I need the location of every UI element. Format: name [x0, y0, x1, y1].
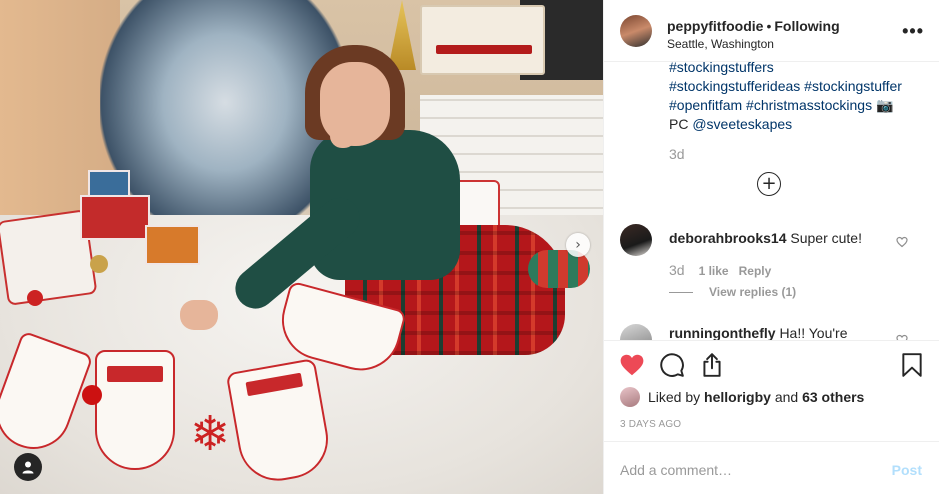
likes-prefix: Liked by [648, 389, 701, 405]
holiday-sign [420, 5, 545, 75]
person-hand-shush [330, 108, 356, 148]
likes-and: and [774, 389, 799, 405]
stocking-label [245, 372, 304, 397]
avatar[interactable] [620, 15, 652, 47]
comment-like-icon[interactable] [896, 236, 908, 248]
commenter-avatar[interactable] [620, 224, 652, 256]
comment-likes-count[interactable]: 1 like [699, 264, 729, 278]
username-link[interactable]: peppyfitfoodie [667, 18, 763, 34]
post-photo[interactable]: ❄ › [0, 0, 603, 494]
ornament [82, 385, 102, 405]
ornament [27, 290, 43, 306]
gift-box [80, 195, 150, 240]
post-date[interactable]: 3 DAYS AGO [620, 419, 681, 430]
stocking-label [107, 366, 163, 382]
commenter-username[interactable]: deborahbrooks14 [669, 230, 786, 246]
hashtag-link[interactable]: #stockingstufferideas #stockingstuffer [669, 77, 924, 96]
replies-divider [669, 292, 693, 294]
post-button[interactable]: Post [892, 462, 922, 478]
likes-others-link[interactable]: 63 others [802, 389, 864, 405]
reply-button[interactable]: Reply [739, 264, 772, 278]
commenter-username[interactable]: runningonthefly [669, 325, 776, 340]
hashtag-link[interactable]: #stockingstuffers [669, 62, 924, 77]
liker-username[interactable]: hellorigby [704, 389, 771, 405]
speech-bubble-icon[interactable] [659, 352, 685, 378]
comment-text: Super cute! [790, 230, 862, 246]
hashtag-link[interactable]: #openfitfam #christmasstockings 📷 [669, 96, 924, 115]
add-comment-bar: Add a comment… Post [604, 441, 939, 494]
comment: runningonthefly Ha!! You're [669, 325, 848, 340]
post-header: peppyfitfoodie • Following Seattle, Washin… [604, 0, 939, 62]
stocking [95, 350, 175, 470]
caption-text: PC [669, 116, 693, 132]
ornament [90, 255, 108, 273]
share-icon[interactable] [699, 352, 725, 378]
comment-input[interactable]: Add a comment… [620, 462, 732, 478]
likes-summary: Liked by hellorigby and 63 others [620, 387, 864, 407]
comment-meta: 3d 1 like Reply [669, 262, 781, 278]
commenter-avatar[interactable] [620, 324, 652, 340]
post-panel: peppyfitfoodie • Following Seattle, Washin… [603, 0, 939, 494]
location-link[interactable]: Seattle, Washington [667, 37, 774, 51]
caption: #stockingstuffers #stockingstufferideas … [669, 62, 924, 134]
header-user-row: peppyfitfoodie • Following [667, 18, 840, 34]
mention-link[interactable]: @sveeteskapes [692, 116, 792, 132]
comment-timestamp[interactable]: 3d [669, 262, 685, 278]
bookmark-icon[interactable] [899, 352, 925, 378]
liker-avatar[interactable] [620, 387, 640, 407]
separator-dot: • [766, 18, 772, 34]
comments-area[interactable]: #stockingstuffers #stockingstufferideas … [604, 62, 939, 340]
following-button[interactable]: Following [774, 18, 839, 34]
snowflake-ornament: ❄ [190, 406, 231, 462]
chevron-right-icon[interactable]: › [566, 233, 590, 257]
comment-text: Ha!! You're [779, 325, 848, 340]
load-more-comments-icon[interactable]: + [757, 172, 781, 196]
more-options-icon[interactable]: ••• [902, 22, 924, 40]
gift-box [145, 225, 200, 265]
user-tag-icon[interactable] [14, 453, 42, 481]
view-replies-label: View replies (1) [709, 285, 797, 299]
view-replies-button[interactable]: View replies (1) [669, 285, 796, 299]
caption-timestamp[interactable]: 3d [669, 146, 685, 162]
post-actions: Liked by hellorigby and 63 others 3 DAYS… [604, 340, 939, 494]
comment: deborahbrooks14 Super cute! [669, 230, 862, 246]
heart-filled-icon[interactable] [619, 352, 645, 378]
person-hand [180, 300, 218, 330]
